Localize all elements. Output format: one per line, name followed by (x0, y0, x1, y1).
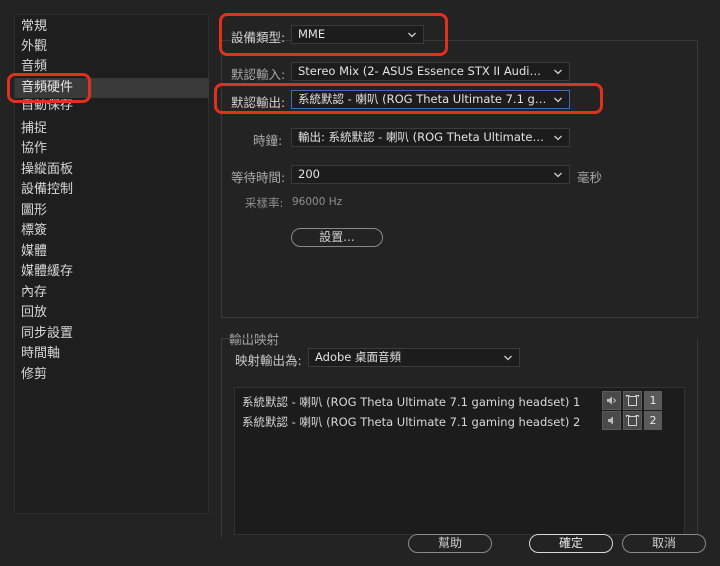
speaker-icon[interactable] (602, 411, 621, 430)
sidebar-item-memory[interactable]: 內存 (21, 283, 209, 303)
speaker-icon[interactable] (602, 391, 621, 410)
mapping-row-2-number: 2 (644, 411, 662, 430)
latency-label: 等待時間: (231, 170, 286, 185)
sidebar-item-timeline[interactable]: 時間軸 (21, 344, 209, 364)
mapping-row-1-label: 系統默認 - 喇叭 (ROG Theta Ultimate 7.1 gaming… (242, 395, 581, 409)
sidebar-item-trim[interactable]: 修剪 (21, 365, 209, 385)
clock-dropdown[interactable]: 輸出: 系統默認 - 喇叭 (ROG Theta Ultimate 7.1 g.… (291, 128, 570, 147)
latency-dropdown[interactable]: 200 (291, 165, 570, 184)
sidebar-item-graphics[interactable]: 圖形 (21, 201, 209, 221)
default-input-value: Stereo Mix (2- ASUS Essence STX II Audio… (298, 64, 547, 78)
cancel-button[interactable]: 取消 (622, 534, 706, 553)
mapping-row-1-number: 1 (644, 391, 662, 410)
sidebar-item-playback[interactable]: 回放 (21, 303, 209, 323)
latency-unit: 毫秒 (577, 170, 603, 185)
clock-value: 輸出: 系統默認 - 喇叭 (ROG Theta Ultimate 7.1 g.… (298, 130, 547, 144)
sample-rate-label: 采樣率: (245, 196, 284, 210)
map-output-to-dropdown[interactable]: Adobe 桌面音頻 (308, 348, 520, 367)
sidebar-item-device-control[interactable]: 設備控制 (21, 180, 209, 200)
help-button[interactable]: 幫助 (408, 534, 492, 553)
sidebar-item-sync-settings[interactable]: 同步設置 (21, 324, 209, 344)
sidebar-item-capture[interactable]: 捕捉 (21, 119, 209, 139)
default-input-label: 默認輸入: (231, 67, 286, 82)
mapping-row-2-label: 系統默認 - 喇叭 (ROG Theta Ultimate 7.1 gaming… (242, 415, 581, 429)
sidebar-item-media[interactable]: 媒體 (21, 242, 209, 262)
settings-button[interactable]: 設置... (291, 228, 383, 247)
channel-frame-icon[interactable] (623, 391, 642, 410)
sidebar-item-general[interactable]: 常規 (21, 17, 209, 37)
default-input-dropdown[interactable]: Stereo Mix (2- ASUS Essence STX II Audio… (291, 62, 570, 81)
chevron-down-icon (504, 355, 512, 361)
speaker-glyph (607, 396, 617, 405)
highlight-ring-audio-hardware (7, 73, 91, 103)
sidebar-item-control-surface[interactable]: 操縱面板 (21, 160, 209, 180)
sidebar-item-appearance[interactable]: 外觀 (21, 37, 209, 57)
sample-rate-value: 96000 Hz (292, 196, 343, 208)
clock-label: 時鐘: (253, 133, 283, 148)
sidebar-item-labels[interactable]: 標簽 (21, 221, 209, 241)
chevron-down-icon (554, 172, 562, 178)
channel-frame-icon[interactable] (623, 411, 642, 430)
channel-frame-glyph (626, 415, 639, 426)
sidebar-item-media-cache[interactable]: 媒體緩存 (21, 262, 209, 282)
sidebar-item-collaboration[interactable]: 協作 (21, 139, 209, 159)
speaker-glyph (608, 416, 613, 425)
map-output-to-label: 映射輸出為: (235, 353, 302, 368)
highlight-ring-device-type (219, 13, 448, 56)
map-output-to-value: Adobe 桌面音頻 (315, 350, 402, 364)
chevron-down-icon (554, 135, 562, 141)
channel-frame-glyph (626, 395, 639, 406)
highlight-ring-default-output (214, 83, 603, 114)
latency-value: 200 (298, 167, 320, 181)
ok-button[interactable]: 確定 (529, 534, 613, 553)
chevron-down-icon (554, 69, 562, 75)
